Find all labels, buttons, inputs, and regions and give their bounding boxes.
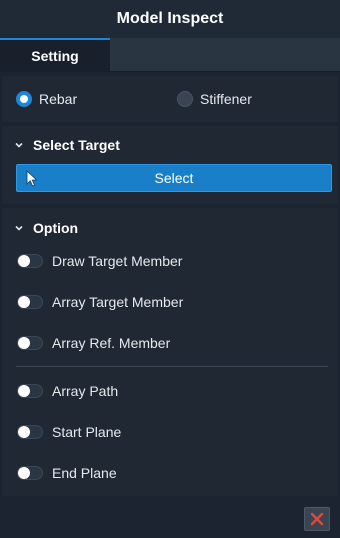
toggle-label: Start Plane	[52, 424, 122, 440]
toggle-label: End Plane	[52, 465, 117, 481]
select-target-header[interactable]: Select Target	[2, 134, 338, 156]
toggle-switch[interactable]	[17, 295, 43, 309]
radio-stiffener-label: Stiffener	[200, 91, 252, 107]
close-icon	[310, 512, 324, 526]
toggle-label: Array Ref. Member	[52, 335, 171, 351]
toggle-start-plane[interactable]: Start Plane	[17, 424, 121, 440]
toggle-switch[interactable]	[17, 336, 43, 350]
toggle-array-ref-member[interactable]: Array Ref. Member	[17, 335, 170, 351]
toggle-draw-target-member[interactable]: Draw Target Member	[17, 253, 182, 269]
mode-radio-group: Rebar Stiffener	[2, 76, 338, 122]
toggle-end-plane[interactable]: End Plane	[17, 465, 117, 481]
option-divider	[16, 366, 328, 367]
toggle-array-path[interactable]: Array Path	[17, 383, 118, 399]
toggle-switch[interactable]	[17, 254, 43, 268]
select-target-title: Select Target	[33, 137, 120, 153]
cursor-arrow-icon	[26, 170, 38, 187]
toggle-switch[interactable]	[17, 466, 43, 480]
toggle-label: Array Path	[52, 383, 119, 399]
toggle-switch[interactable]	[17, 425, 43, 439]
option-header[interactable]: Option	[2, 217, 338, 239]
chevron-down-icon	[15, 225, 23, 231]
tab-strip: Setting	[0, 38, 340, 72]
window-title: Model Inspect	[0, 0, 340, 38]
select-target-section: Select Target Select	[2, 126, 338, 204]
chevron-down-icon	[15, 142, 23, 148]
tab-setting[interactable]: Setting	[0, 38, 110, 72]
toggle-switch[interactable]	[17, 384, 43, 398]
radio-rebar-label: Rebar	[39, 91, 78, 107]
radio-checked-indicator	[16, 91, 32, 107]
footer	[2, 500, 338, 538]
toggle-array-target-member[interactable]: Array Target Member	[17, 294, 183, 310]
option-title: Option	[33, 220, 79, 236]
toggle-label: Array Target Member	[52, 294, 184, 310]
option-section: Option Draw Target Member Array Target M…	[2, 208, 338, 496]
radio-unchecked-indicator	[177, 91, 193, 107]
select-button-label: Select	[154, 170, 194, 186]
toggle-label: Draw Target Member	[52, 253, 183, 269]
select-button[interactable]: Select	[16, 164, 332, 192]
close-button[interactable]	[304, 507, 330, 531]
radio-stiffener[interactable]: Stiffener	[177, 91, 252, 107]
radio-rebar[interactable]: Rebar	[16, 91, 77, 107]
